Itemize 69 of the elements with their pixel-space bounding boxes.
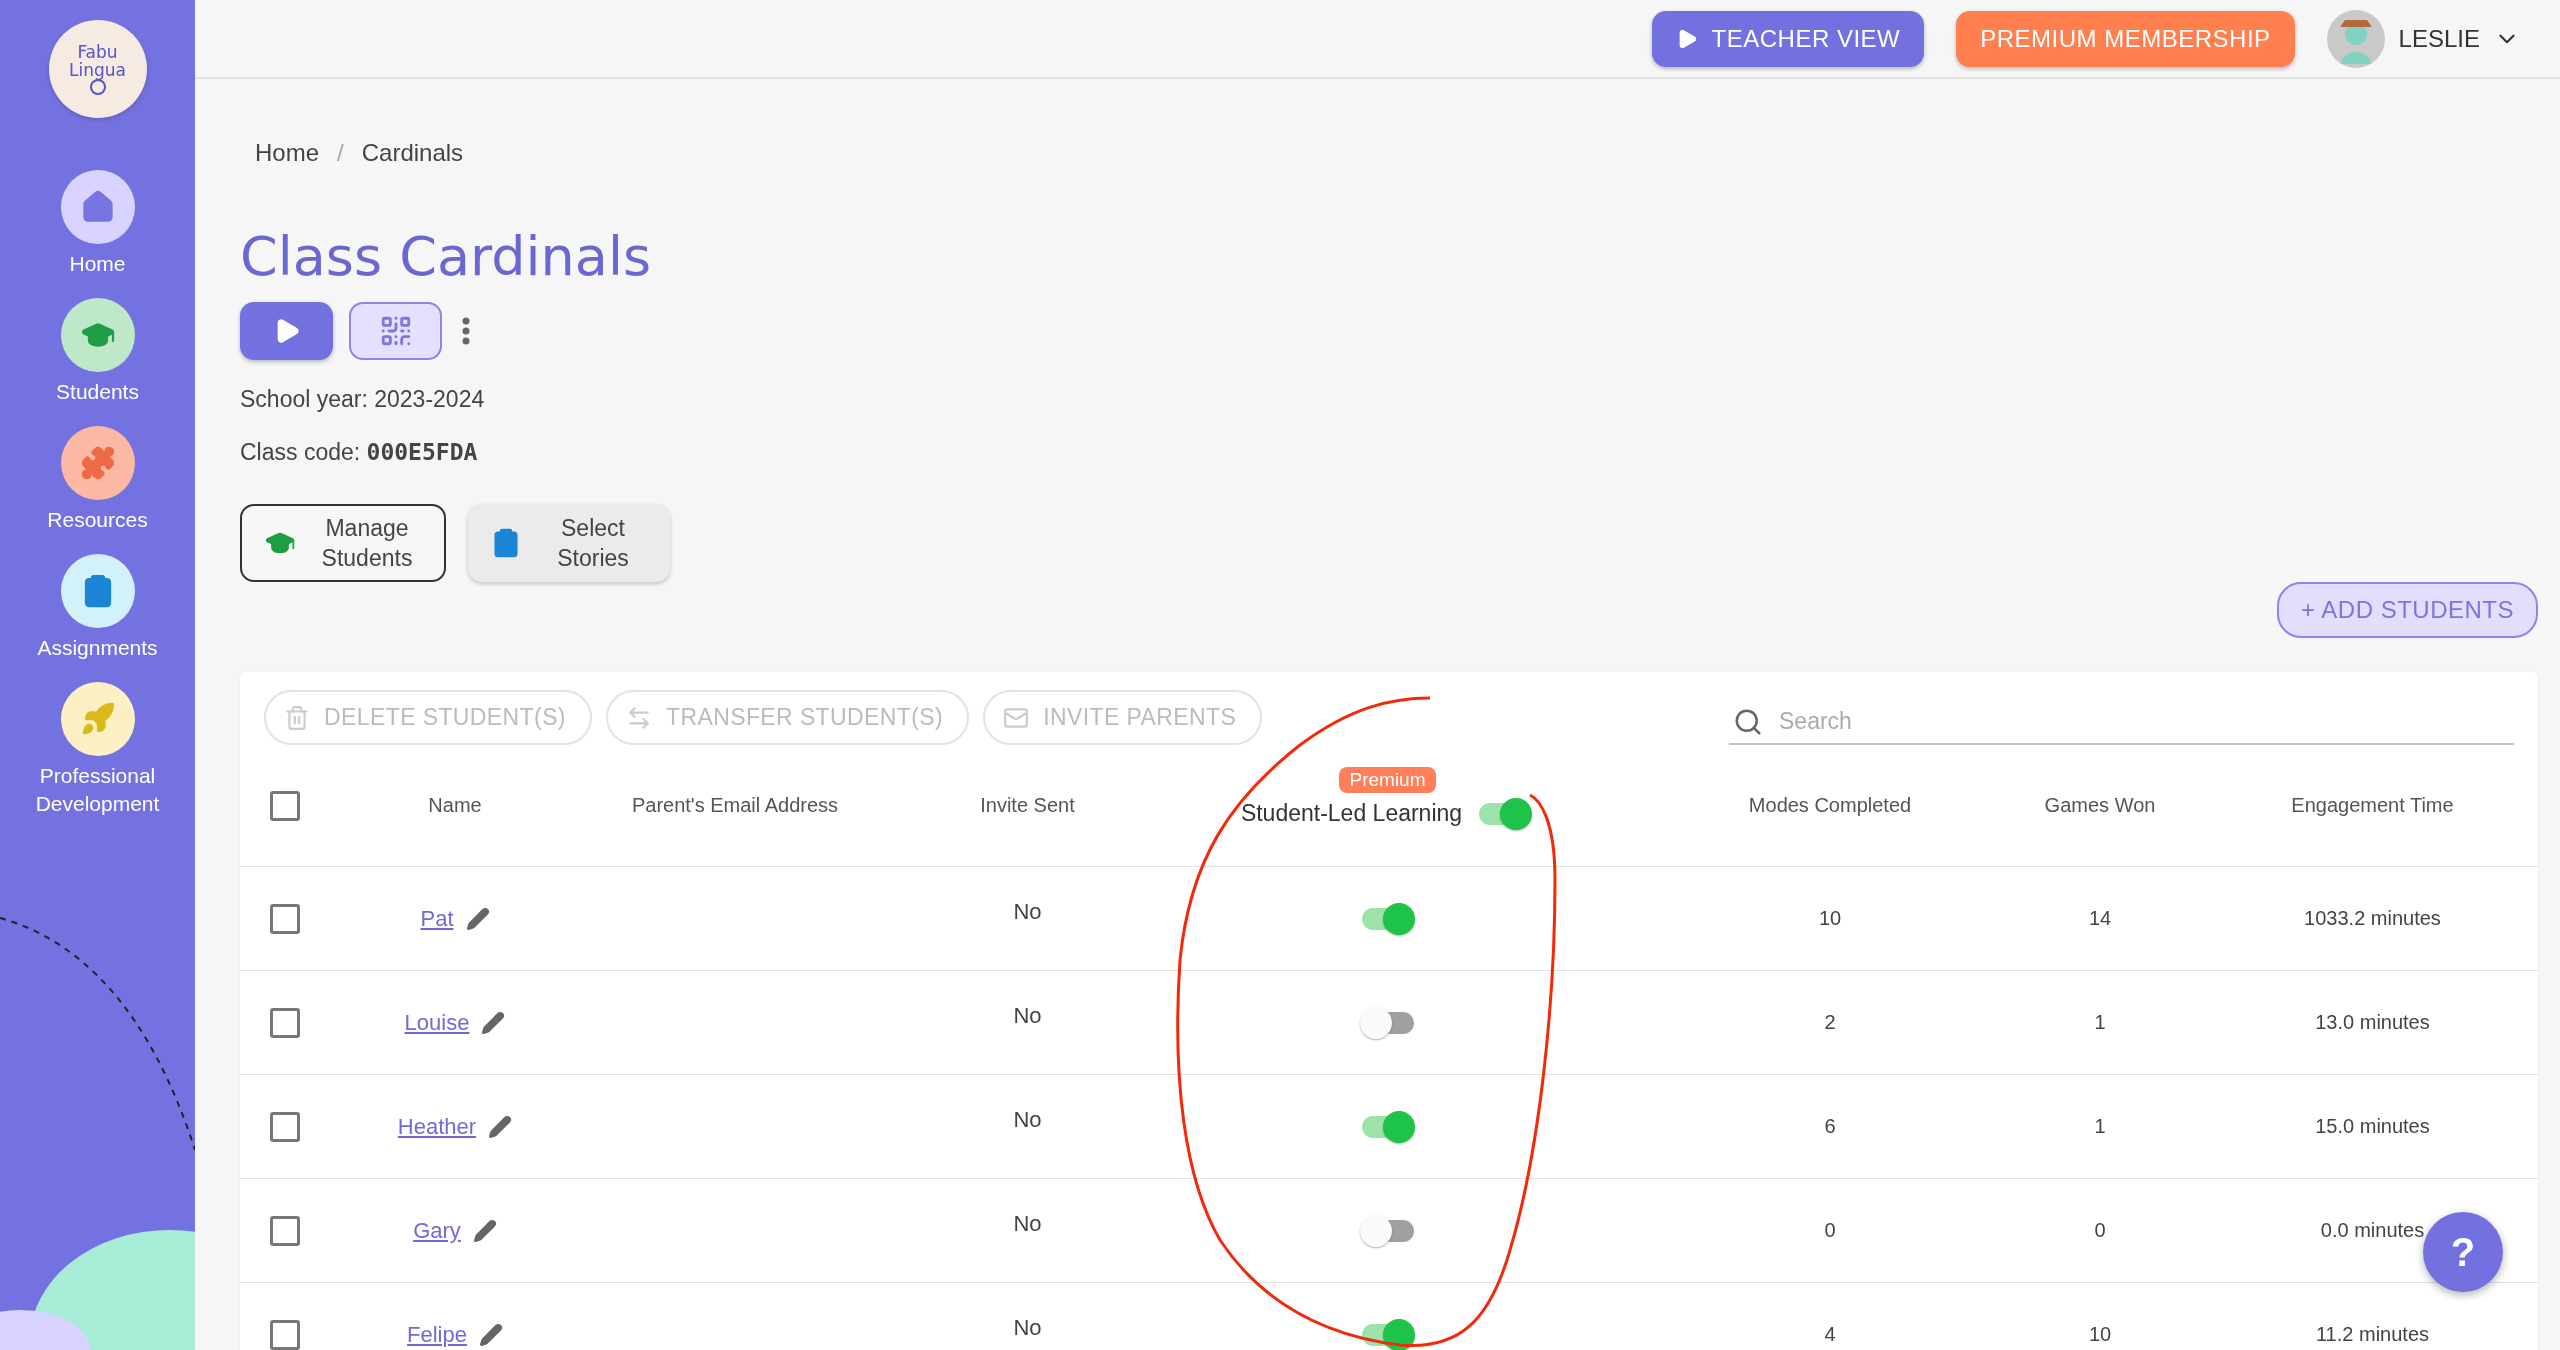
- edit-icon[interactable]: [478, 1322, 503, 1347]
- logo[interactable]: Fabu Lingua: [48, 20, 147, 118]
- edit-icon[interactable]: [488, 1114, 513, 1139]
- edit-icon[interactable]: [481, 1010, 506, 1035]
- student-name-link[interactable]: Pat: [420, 905, 454, 932]
- edit-icon[interactable]: [465, 906, 490, 931]
- table-cell: 6: [1824, 1115, 1836, 1138]
- page-title: Class Cardinals: [240, 225, 652, 288]
- school-year: School year: 2023-2024: [240, 386, 486, 413]
- table-cell: No: [1013, 1314, 1042, 1341]
- table-cell: 14: [2088, 907, 2112, 930]
- qr-code-button[interactable]: [349, 302, 442, 360]
- table-cell: 1: [2094, 1011, 2106, 1034]
- checkbox[interactable]: [270, 1215, 300, 1246]
- table-cell: 1033.2 minutes: [2304, 907, 2441, 930]
- table-cell: 0: [2094, 1219, 2106, 1242]
- more-icon: [462, 317, 470, 345]
- table-cell: 11.2 minutes: [2316, 1323, 2429, 1346]
- table-cell: 0: [1824, 1219, 1836, 1242]
- breadcrumb-link[interactable]: Cardinals: [361, 139, 464, 167]
- manage-students-button[interactable]: Manage Students: [240, 504, 446, 582]
- student-name-link[interactable]: Felipe: [407, 1321, 467, 1348]
- table-cell: 0.0 minutes: [2320, 1219, 2425, 1242]
- table-cell: No: [1013, 898, 1042, 925]
- checkbox[interactable]: [270, 790, 300, 821]
- trash-icon: [284, 704, 310, 731]
- table-cell: 1: [2094, 1115, 2106, 1138]
- edit-icon[interactable]: [472, 1218, 497, 1243]
- search-field[interactable]: Search: [1777, 707, 2510, 736]
- table-cell: No: [1013, 1210, 1042, 1237]
- table-cell: No: [1013, 1002, 1042, 1029]
- premium-membership-button[interactable]: PREMIUM MEMBERSHIP: [1956, 10, 2295, 67]
- checkbox[interactable]: [270, 1319, 300, 1350]
- checkbox[interactable]: [270, 1111, 300, 1142]
- sidebar-item[interactable]: Home: [7, 170, 188, 278]
- column-header: Parent's Email Address: [631, 794, 839, 817]
- puzzle-icon: [79, 445, 116, 481]
- user-menu[interactable]: LESLIE: [2326, 9, 2520, 68]
- class-code: Class code: 000E5FDA: [240, 439, 479, 466]
- select-stories-button[interactable]: Select Stories: [468, 504, 670, 582]
- column-header: Name: [428, 794, 482, 817]
- column-header: Engagement Time: [2291, 794, 2454, 817]
- student-name-link[interactable]: Louise: [404, 1009, 470, 1036]
- table-cell: No: [1013, 1106, 1042, 1133]
- sidebar-item[interactable]: Students: [7, 298, 188, 406]
- checkbox[interactable]: [270, 1007, 300, 1038]
- play-button[interactable]: [240, 302, 333, 360]
- sidebar-item[interactable]: Resources: [7, 426, 188, 534]
- student-name-link[interactable]: Heather: [397, 1113, 477, 1140]
- checkbox[interactable]: [270, 903, 300, 934]
- premium-badge: Premium: [1339, 766, 1436, 793]
- add-students-button[interactable]: + ADD STUDENTS: [2276, 582, 2538, 638]
- column-header: Modes Completed: [1748, 794, 1912, 817]
- column-header: Invite Sent: [980, 794, 1075, 817]
- table-cell: 13.0 minutes: [2315, 1011, 2430, 1034]
- sidebar-item[interactable]: Professional Development: [7, 682, 188, 818]
- breadcrumb-separator: /: [337, 139, 344, 167]
- column-header: Student-Led Learning: [1240, 800, 1463, 827]
- sidebar-item[interactable]: Assignments: [7, 554, 188, 662]
- teacher-view-button[interactable]: TEACHER VIEW: [1651, 10, 1925, 67]
- table-cell: 10: [2088, 1323, 2112, 1346]
- avatar: [2326, 9, 2385, 68]
- table-cell: 15.0 minutes: [2315, 1115, 2430, 1138]
- breadcrumb-link[interactable]: Home: [255, 139, 320, 167]
- student-name-link[interactable]: Gary: [413, 1217, 461, 1244]
- table-cell: 4: [1824, 1323, 1836, 1346]
- table-cell: 10: [1818, 907, 1842, 930]
- column-header: Games Won: [2044, 794, 2156, 817]
- table-cell: 2: [1824, 1011, 1836, 1034]
